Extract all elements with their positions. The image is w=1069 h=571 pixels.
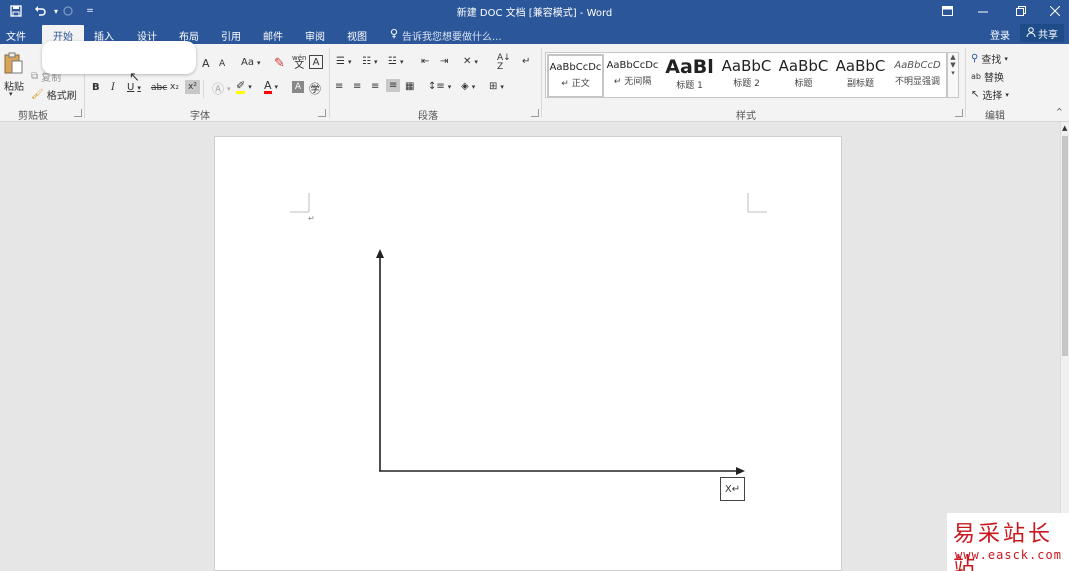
watermark-url: www.easck.com — [955, 548, 1062, 562]
y-axis-arrow — [376, 249, 384, 471]
x-axis-label-textbox[interactable]: X↵ — [720, 477, 745, 501]
margin-mark-top-right — [747, 193, 767, 213]
watermark-chinese: 易采站长站 — [953, 522, 1054, 571]
site-watermark: 易采站长站 www.easck.com — [947, 513, 1069, 571]
page-drawing-layer — [290, 193, 767, 475]
margin-mark-top-left — [290, 193, 310, 213]
x-axis-arrow — [379, 467, 745, 475]
paragraph-mark: ↵ — [308, 214, 315, 223]
